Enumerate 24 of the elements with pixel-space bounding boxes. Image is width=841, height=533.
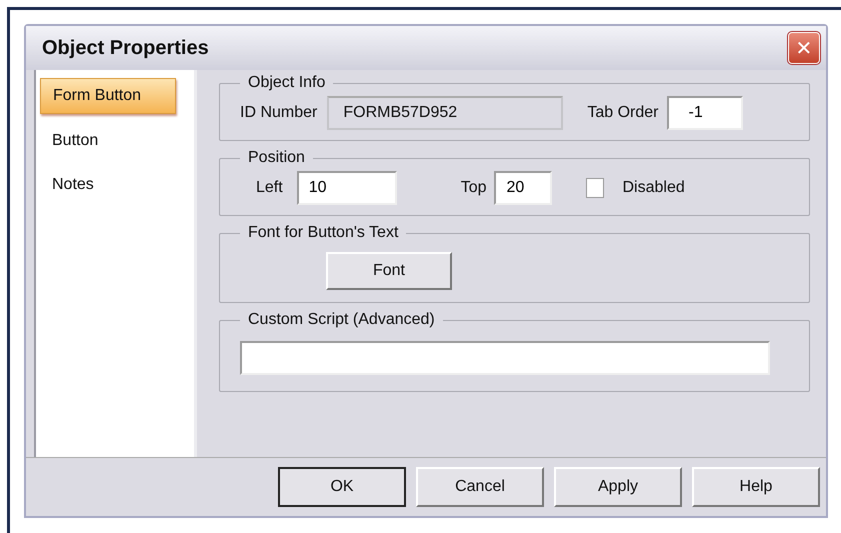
dialog-button[interactable]: Help — [692, 467, 820, 507]
top-field[interactable]: 20 — [494, 171, 552, 205]
left-field[interactable]: 10 — [296, 171, 397, 205]
id-field: FORMB57D952 — [327, 96, 564, 130]
field-label: Tab Order — [587, 104, 658, 122]
font-button[interactable]: Font — [326, 252, 452, 290]
tab-order-field[interactable]: -1 — [666, 96, 742, 130]
sidebar-item[interactable]: Form Button — [40, 78, 176, 114]
dialog-button[interactable]: Cancel — [416, 467, 544, 507]
dialog-button[interactable]: OK — [278, 467, 406, 507]
group-title: Position — [247, 149, 306, 167]
window-title: Object Properties — [42, 36, 209, 60]
field-label: ID Number — [240, 104, 318, 122]
group-title: Custom Script (Advanced) — [247, 311, 436, 329]
field-label: Left — [256, 179, 283, 197]
group-title: Font for Button's Text — [247, 224, 400, 242]
script-field[interactable] — [240, 341, 770, 375]
checkbox-label: Disabled — [622, 179, 685, 197]
sidebar-item[interactable]: Notes — [40, 168, 106, 202]
field-label: Top — [460, 179, 486, 197]
sidebar-item[interactable]: Button — [40, 124, 110, 158]
dialog-button[interactable]: Apply — [554, 467, 682, 507]
group-title: Object Info — [247, 74, 326, 92]
close-button[interactable]: ✕ — [788, 32, 820, 64]
